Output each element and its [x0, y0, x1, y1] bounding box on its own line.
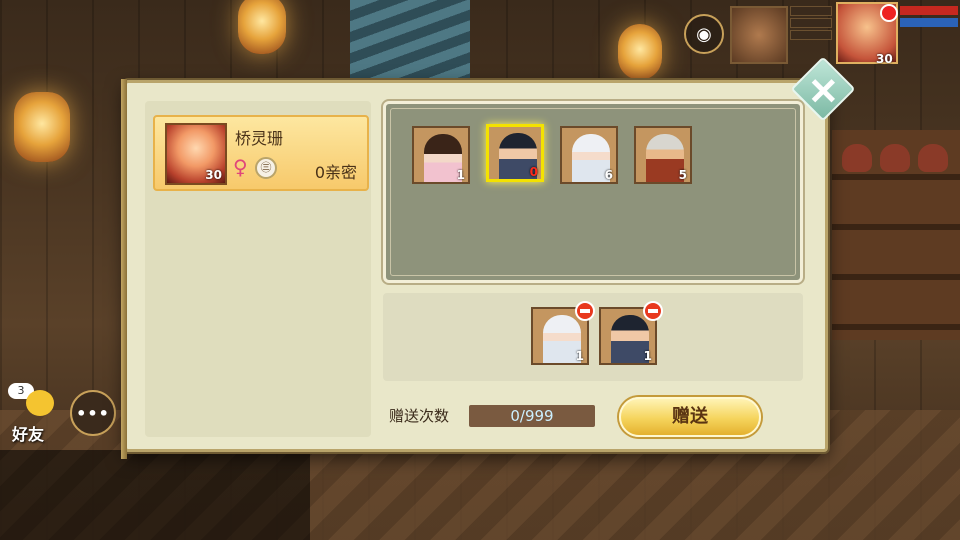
pet-portrait[interactable] — [730, 6, 788, 64]
camera-button[interactable]: ◉ — [684, 14, 724, 54]
lantern — [14, 92, 70, 162]
jar — [880, 144, 910, 172]
selected-items-panel: 1 1 — [383, 293, 803, 381]
chat-bubble-icon: ••• — [76, 403, 110, 423]
notification-dot — [880, 4, 898, 22]
female-icon: ♀ — [233, 155, 248, 179]
player-level: 30 — [876, 52, 893, 66]
player-status-bars — [900, 6, 958, 27]
jar-shelf — [832, 130, 960, 340]
lantern — [238, 0, 286, 54]
item-count: 1 — [575, 349, 584, 363]
intimacy-value: 0亲密 — [314, 163, 357, 182]
gift-item-selected[interactable]: 0 — [486, 124, 544, 182]
mp-bar — [900, 18, 958, 27]
item-count: 1 — [456, 168, 465, 182]
friend-name: 桥灵珊 — [235, 129, 284, 148]
camera-icon: ◉ — [696, 23, 712, 45]
send-button[interactable]: 赠送 — [619, 397, 761, 437]
send-count-label: 赠送次数 — [389, 407, 450, 425]
item-count: 1 — [643, 349, 652, 363]
jar — [918, 144, 948, 172]
item-count: 5 — [678, 168, 687, 182]
pet-status-bars — [790, 6, 832, 42]
friend-avatar: 30 — [165, 123, 227, 185]
staircase — [350, 0, 470, 85]
remove-icon[interactable] — [643, 301, 663, 321]
selected-item[interactable]: 1 — [531, 301, 595, 365]
lantern — [618, 24, 662, 80]
status-icon: ㊂ — [255, 157, 277, 179]
friend-level: 30 — [205, 168, 222, 182]
item-count: 6 — [604, 168, 613, 182]
selected-item[interactable]: 1 — [599, 301, 663, 365]
friend-smiley-icon[interactable] — [26, 390, 54, 416]
remove-icon[interactable] — [575, 301, 595, 321]
friend-card[interactable]: 30 桥灵珊 ♀ ㊂ 0亲密 — [153, 115, 369, 191]
jar — [842, 144, 872, 172]
gift-item[interactable]: 1 — [412, 126, 470, 184]
chat-area — [0, 450, 310, 540]
friend-list-panel: 30 桥灵珊 ♀ ㊂ 0亲密 — [145, 101, 371, 437]
item-count: 0 — [529, 165, 538, 179]
gift-item[interactable]: 6 — [560, 126, 618, 184]
gift-dialog: 30 桥灵珊 ♀ ㊂ 0亲密 1 0 6 5 1 1 赠送次数 0/999 赠送 — [121, 79, 828, 459]
gift-item[interactable]: 5 — [634, 126, 692, 184]
friends-label[interactable]: 好友 — [12, 421, 44, 445]
gift-items-panel: 1 0 6 5 — [383, 101, 803, 283]
send-count-value: 0/999 — [469, 405, 595, 427]
chat-button[interactable]: ••• — [70, 390, 116, 436]
hp-bar — [900, 6, 958, 15]
